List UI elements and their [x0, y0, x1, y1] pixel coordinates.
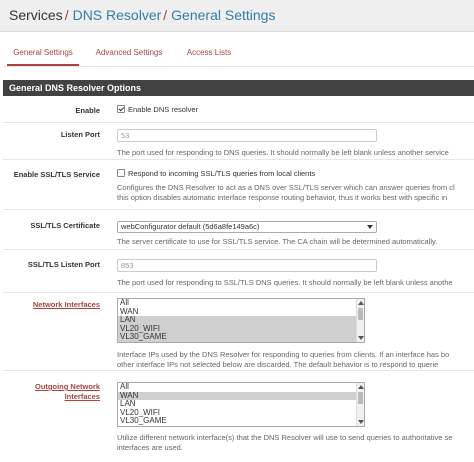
tab-bar: General Settings Advanced Settings Acces…	[3, 40, 474, 66]
ssl-tls-checkbox-wrap: Respond to incoming SSL/TLS queries from…	[117, 169, 315, 178]
ssl-tls-service-control: Respond to incoming SSL/TLS queries from…	[117, 169, 474, 209]
network-interfaces-listbox[interactable]: All WAN LAN VL20_WIFI VL30_GAME	[117, 298, 365, 343]
ssl-tls-service-label: Enable SSL/TLS Service	[13, 170, 100, 179]
ssl-certificate-control: webConfigurator default (5d6a8fe149a6c) …	[117, 221, 474, 249]
outgoing-interfaces-label[interactable]: Outgoing Network Interfaces	[3, 382, 100, 402]
list-item[interactable]: WAN	[118, 307, 364, 317]
listen-port-label: Listen Port	[60, 130, 100, 139]
scroll-up-icon[interactable]	[358, 301, 364, 305]
network-interfaces-label[interactable]: Network Interfaces	[3, 300, 100, 310]
outgoing-interfaces-help-line2: interfaces are used.	[117, 443, 183, 452]
list-item[interactable]: All	[118, 383, 364, 392]
scroll-down-icon[interactable]	[358, 336, 364, 340]
outgoing-interfaces-row: Outgoing Network Interfaces All WAN LAN …	[3, 377, 474, 462]
ssl-certificate-row: SSL/TLS Certificate webConfigurator defa…	[3, 210, 474, 250]
ssl-port-input[interactable]: 853	[117, 259, 377, 272]
enable-label: Enable	[75, 106, 100, 115]
breadcrumb-separator: /	[163, 7, 168, 23]
panel-heading: General DNS Resolver Options	[3, 80, 474, 96]
ssl-certificate-help: The server certificate to use for SSL/TL…	[117, 237, 438, 246]
network-interfaces-row: Network Interfaces All WAN LAN VL20_WIFI…	[3, 293, 474, 371]
chevron-down-icon	[367, 225, 373, 229]
listen-port-input[interactable]: 53	[117, 129, 377, 142]
list-item[interactable]: VL30_GAME	[118, 332, 364, 342]
outgoing-interfaces-label-line1: Outgoing Network	[35, 382, 100, 391]
listen-port-help: The port used for responding to DNS quer…	[117, 148, 449, 157]
ssl-certificate-label: SSL/TLS Certificate	[30, 221, 100, 230]
ssl-tls-checkbox-label[interactable]: Respond to incoming SSL/TLS queries from…	[128, 169, 315, 178]
scroll-down-icon[interactable]	[358, 420, 364, 424]
network-interfaces-help-line1: Interface IPs used by the DNS Resolver f…	[117, 350, 450, 359]
ssl-certificate-selected: webConfigurator default (5d6a8fe149a6c)	[121, 222, 260, 231]
scrollbar-thumb[interactable]	[358, 392, 363, 404]
breadcrumb-separator: /	[64, 7, 69, 23]
outgoing-interfaces-label-line2: Interfaces	[64, 392, 100, 401]
enable-control: Enable DNS resolver	[117, 105, 474, 114]
listbox-scrollbar[interactable]	[356, 299, 364, 342]
ssl-port-control: 853 The port used for responding to SSL/…	[117, 259, 474, 291]
ssl-tls-help-line1: Configures the DNS Resolver to act as a …	[117, 183, 455, 192]
breadcrumb-dns-resolver[interactable]: DNS Resolver	[73, 7, 162, 23]
outgoing-interfaces-help-line1: Utilize different network interface(s) t…	[117, 433, 453, 442]
outgoing-interfaces-control: All WAN LAN VL20_WIFI VL30_GAME Utilize …	[117, 382, 474, 462]
tab-access-lists[interactable]: Access Lists	[181, 40, 237, 66]
listbox-scrollbar[interactable]	[356, 383, 364, 426]
enable-row: Enable Enable DNS resolver	[3, 96, 474, 123]
list-item[interactable]: WAN	[118, 391, 364, 400]
breadcrumb-services[interactable]: Services	[9, 7, 63, 23]
enable-checkbox-label[interactable]: Enable DNS resolver	[128, 105, 198, 114]
ssl-certificate-select[interactable]: webConfigurator default (5d6a8fe149a6c)	[117, 221, 377, 233]
tab-advanced-settings[interactable]: Advanced Settings	[92, 40, 166, 66]
scrollbar-thumb[interactable]	[358, 308, 363, 320]
listen-port-row: Listen Port 53 The port used for respond…	[3, 123, 474, 160]
list-item[interactable]: VL30_GAME	[118, 416, 364, 426]
ssl-port-row: SSL/TLS Listen Port 853 The port used fo…	[3, 250, 474, 293]
network-interfaces-help-line2: other interface IPs not selected below a…	[117, 360, 439, 369]
breadcrumb-general-settings[interactable]: General Settings	[171, 7, 275, 23]
ssl-tls-checkbox[interactable]	[117, 169, 125, 177]
breadcrumb: Services / DNS Resolver / General Settings	[9, 7, 275, 23]
outgoing-interfaces-listbox[interactable]: All WAN LAN VL20_WIFI VL30_GAME	[117, 382, 365, 427]
list-item[interactable]: All	[118, 299, 364, 308]
ssl-tls-service-row: Enable SSL/TLS Service Respond to incomi…	[3, 160, 474, 210]
network-interfaces-control: All WAN LAN VL20_WIFI VL30_GAME Interfac…	[117, 298, 474, 370]
ssl-tls-help-line2: this option disables automatic interface…	[117, 193, 448, 202]
tab-general-settings[interactable]: General Settings	[7, 40, 79, 66]
ssl-port-label: SSL/TLS Listen Port	[27, 260, 100, 269]
ssl-port-help: The port used for responding to SSL/TLS …	[117, 278, 453, 287]
enable-checkbox[interactable]	[117, 105, 125, 113]
scroll-up-icon[interactable]	[358, 385, 364, 389]
listen-port-control: 53 The port used for responding to DNS q…	[117, 129, 474, 159]
tab-divider	[3, 66, 474, 67]
page-header: Services / DNS Resolver / General Settings	[0, 0, 474, 32]
